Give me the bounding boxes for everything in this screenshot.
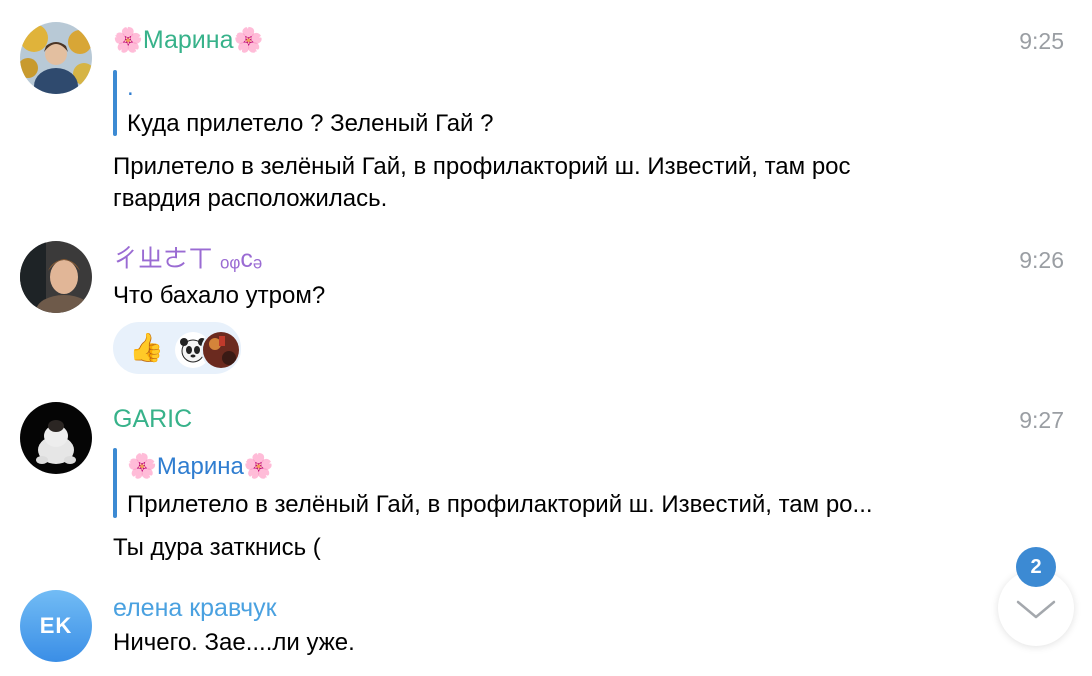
unread-count-badge[interactable]: 2 <box>1016 547 1056 587</box>
message-time: 9:27 <box>1019 407 1064 433</box>
message-text-line: Прилетело в зелёный Гай, в профилакторий… <box>113 153 851 180</box>
thumbs-up-icon: 👍 <box>129 332 164 363</box>
chat-view: 🌸Марина🌸 9:25 . Куда прилетело ? Зеленый… <box>0 0 1092 676</box>
avatar-garic[interactable] <box>20 402 92 474</box>
sender-name[interactable]: GARIC <box>113 403 192 435</box>
avatar-initials: EK <box>39 613 73 638</box>
flower-icon: 🌸 <box>113 27 143 54</box>
flower-icon: 🌸 <box>233 27 264 54</box>
message-text: Ты дура заткнись ( <box>113 534 321 561</box>
message-time: 9:25 <box>1019 28 1064 54</box>
reply-name[interactable]: 🌸Марина🌸 <box>127 451 274 483</box>
sender-name[interactable]: ㄔㄓㄜㄒ ₒᵩcₔ <box>113 243 262 275</box>
reactor-avatar <box>201 330 241 370</box>
reply-text[interactable]: Прилетело в зелёный Гай, в профилакторий… <box>127 489 873 521</box>
sender-name[interactable]: елена кравчук <box>113 592 277 624</box>
message-time: 9:26 <box>1019 247 1064 273</box>
message-text-line: гвардия расположилась. <box>113 185 388 212</box>
avatar-marina[interactable] <box>20 22 92 94</box>
reply-name[interactable]: . <box>127 72 134 104</box>
message-text: Что бахало утром? <box>113 282 326 309</box>
reply-name-text: Марина <box>156 453 244 480</box>
reply-text[interactable]: Куда прилетело ? Зеленый Гай ? <box>127 108 493 140</box>
reply-bar <box>113 448 117 518</box>
sender-name[interactable]: 🌸Марина🌸 <box>113 24 263 57</box>
flower-icon: 🌸 <box>127 453 157 480</box>
message-text: Ничего. Зае....ли уже. <box>113 629 355 656</box>
avatar-elena[interactable]: EK <box>20 590 92 662</box>
sender-name-text: Марина <box>142 26 234 54</box>
reply-bar <box>113 70 117 136</box>
reaction-chip[interactable]: 👍 <box>113 322 241 374</box>
avatar-user2[interactable] <box>20 241 92 313</box>
flower-icon: 🌸 <box>243 453 274 480</box>
